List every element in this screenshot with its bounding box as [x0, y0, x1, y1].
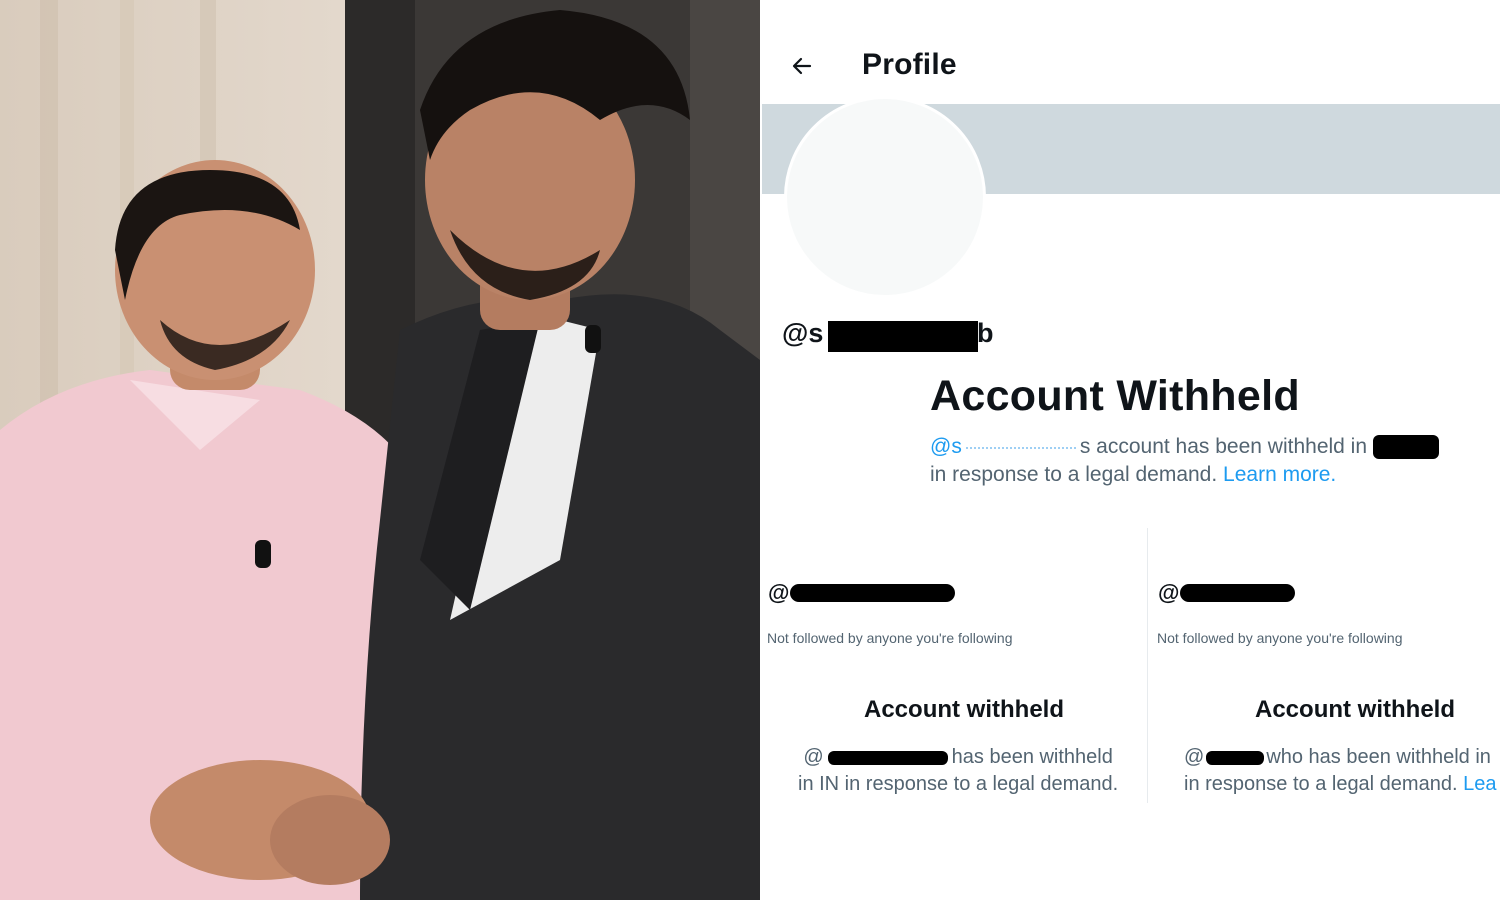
card-line2: in response to a legal demand.: [1184, 773, 1458, 795]
withheld-account-card: @ Not followed by anyone you're followin…: [762, 580, 1147, 800]
back-button[interactable]: [784, 48, 820, 84]
card-handle: @: [768, 580, 955, 606]
page-title: Profile: [862, 48, 957, 81]
profile-handle: @s b: [782, 318, 994, 352]
card-withheld-heading: Account withheld: [864, 696, 1064, 723]
profile-handle-prefix: @s: [782, 318, 824, 348]
card-withheld-message: @ has been withheld in IN in response to …: [798, 744, 1118, 798]
redaction-bar: [828, 321, 978, 352]
card-line1: has been withheld: [951, 746, 1113, 768]
card-mention-prefix: @: [1184, 746, 1205, 768]
withheld-text-line1: s account has been withheld in: [1079, 435, 1368, 458]
profile-panel: Profile @s b Account Withheld @s s accoun…: [762, 0, 1500, 900]
withheld-text-line2: in response to a legal demand.: [930, 463, 1218, 486]
redaction-bar: [790, 584, 955, 602]
card-line2: in IN in response to a legal demand.: [798, 773, 1119, 795]
not-followed-text: Not followed by anyone you're following: [1157, 630, 1403, 646]
arrow-left-icon: [792, 57, 812, 75]
not-followed-text: Not followed by anyone you're following: [767, 630, 1013, 646]
redaction-bar: [1372, 435, 1439, 460]
learn-more-link[interactable]: Lea: [1463, 773, 1496, 795]
withheld-message: @s s account has been withheld in in resp…: [930, 433, 1475, 489]
card-handle: @: [1158, 580, 1295, 606]
withheld-heading: Account Withheld: [930, 372, 1300, 420]
profile-handle-suffix: b: [977, 318, 994, 348]
avatar: [784, 96, 986, 298]
card-handle-prefix: @: [1158, 580, 1180, 605]
card-mention-prefix: @: [803, 746, 824, 768]
card-handle-prefix: @: [768, 580, 790, 605]
card-line1: who has been withheld in: [1266, 746, 1491, 768]
redaction-bar: [827, 750, 948, 765]
withheld-account-card: @ Not followed by anyone you're followin…: [1152, 580, 1500, 800]
two-men-photo: [0, 0, 760, 900]
card-withheld-heading: Account withheld: [1255, 696, 1455, 723]
learn-more-link[interactable]: Learn more.: [1223, 463, 1336, 486]
blurred-mention: [965, 445, 1076, 450]
card-divider: [1147, 528, 1148, 803]
card-withheld-message: @ who has been withheld in in response to…: [1184, 744, 1496, 798]
withheld-mention[interactable]: @s: [930, 435, 962, 458]
redaction-bar: [1206, 750, 1265, 765]
redaction-bar: [1180, 584, 1295, 602]
photo-panel: [0, 0, 760, 900]
